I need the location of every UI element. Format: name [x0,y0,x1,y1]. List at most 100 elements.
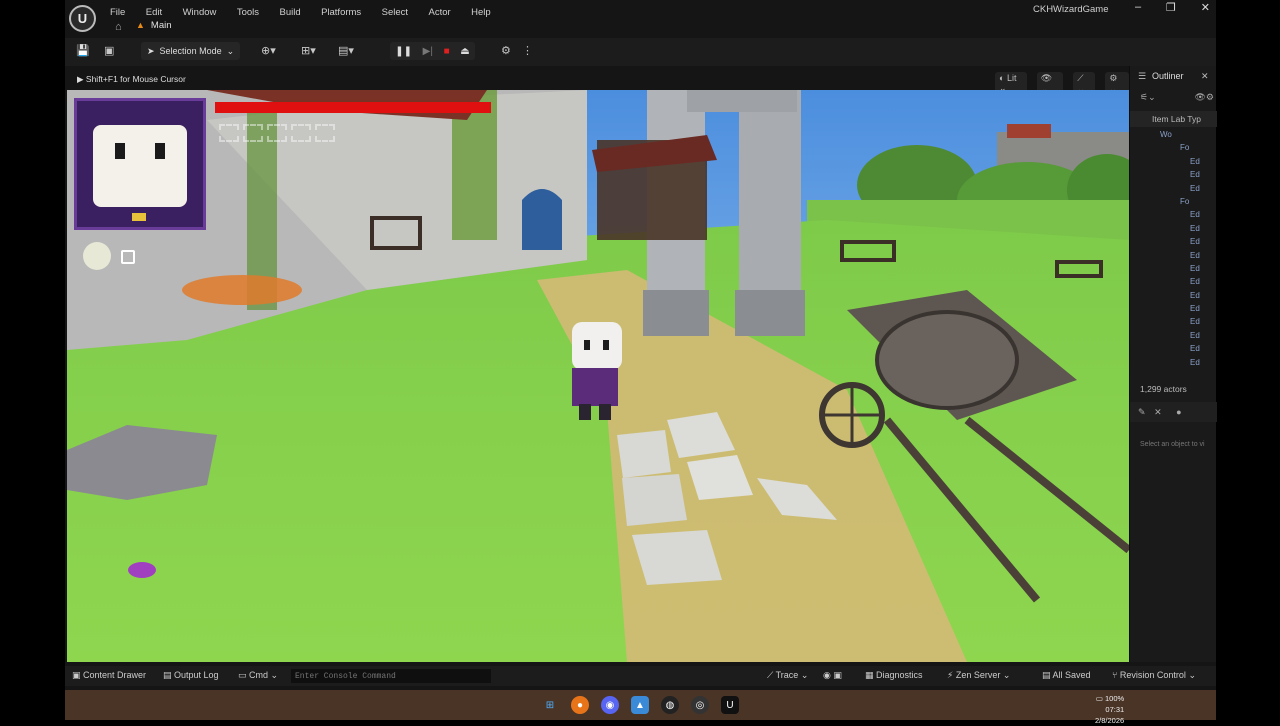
list-item-label: Ed [1190,237,1200,247]
list-item[interactable]: Ed [1130,344,1217,357]
output-log-button[interactable]: ▤ Output Log [163,670,219,681]
github-icon[interactable]: ◍ [661,696,679,714]
outliner-icon: ☰ [1138,71,1147,81]
level-icon: ▲ [136,20,145,30]
cursor-icon: ➤ [147,45,155,56]
list-item[interactable]: Ed [1130,224,1217,237]
list-item[interactable]: Ed [1130,331,1217,344]
zen-server-dropdown[interactable]: ⚡ Zen Server ⌄ [947,670,1010,681]
list-item[interactable]: Ed [1130,170,1217,183]
close-icon[interactable]: ✕ [1154,407,1162,417]
pause-icon[interactable]: ❚❚ [395,46,412,57]
obs-icon[interactable]: ◎ [691,696,709,714]
project-name: CKHWizardGame [1033,4,1109,15]
list-item-label: Ed [1190,330,1200,340]
selection-mode-dropdown[interactable]: ➤ Selection Mode ⌄ [141,42,241,60]
window-controls: – ❐ ✕ [1135,1,1210,14]
trace-record-icon[interactable]: ◉ ▣ [823,670,842,681]
list-item[interactable]: Ed [1130,264,1217,277]
revision-control-dropdown[interactable]: ⑂ Revision Control ⌄ [1112,670,1196,681]
list-item-label: Fo [1180,143,1190,153]
save-icon[interactable]: 💾 [76,44,90,57]
all-saved-button[interactable]: ▤ All Saved [1042,670,1091,681]
filter-icon[interactable]: ⚟⌄ [1140,92,1156,103]
view-mode-label: Lit [1006,73,1017,83]
ability-slot [291,124,311,142]
stop-icon[interactable]: ■ [444,46,450,57]
mouse-cursor-hint-text: Shift+F1 for Mouse Cursor [85,74,186,84]
portrait-eye [155,143,165,159]
unreal-logo-icon[interactable]: U [69,5,96,32]
restore-icon[interactable]: ❐ [1166,1,1176,14]
list-item[interactable]: Fo [1130,143,1217,156]
menu-tools[interactable]: Tools [237,7,259,18]
list-item[interactable]: Ed [1130,317,1217,330]
firefox-icon[interactable]: ● [571,696,589,714]
unreal-taskbar-icon[interactable]: U [721,696,739,714]
content-browser-icon[interactable]: ▣ [104,44,114,57]
ability-slot [243,124,263,142]
cinematics-icon[interactable]: ▤▾ [338,44,354,57]
list-item[interactable]: Fo [1130,197,1217,210]
menu-platforms[interactable]: Platforms [321,7,361,18]
trace-dropdown[interactable]: ⟋ Trace ⌄ [767,670,808,681]
list-item[interactable]: Ed [1130,157,1217,170]
console-input[interactable] [291,669,491,683]
list-item[interactable]: Ed [1130,251,1217,264]
sphere-icon[interactable]: ● [1176,407,1181,417]
blueprint-icon[interactable]: ⊞▾ [301,44,316,57]
list-item[interactable]: Ed [1130,304,1217,317]
selection-mode-label: Selection Mode [159,46,222,56]
outliner-toolbar: ⚟⌄ 👁⚙ [1140,92,1214,103]
outliner-column-header: Item Lab Typ [1130,111,1217,127]
game-viewport[interactable] [67,90,1129,662]
visibility-toggle-icon[interactable]: 👁⚙ [1195,92,1215,103]
list-item[interactable]: Ed [1130,237,1217,250]
mouse-cursor-hint: ▶ Shift+F1 for Mouse Cursor [77,74,186,84]
menu-bar: U File Edit Window Tools Build Platforms… [65,0,1216,38]
edit-icon[interactable]: ✎ [1138,407,1146,417]
list-item-label: Ed [1190,170,1200,180]
diagnostics-button[interactable]: ▦ Diagnostics [865,670,923,681]
windows-start-icon[interactable]: ⊞ [541,696,559,714]
blue-door [522,189,562,250]
game-scene [67,90,1129,662]
eject-icon[interactable]: ⏏ [460,46,469,57]
list-item[interactable]: Wo [1130,130,1217,143]
windows-taskbar: ⊞ ● ◉ ▲ ◍ ◎ U ▭ 100% 07:31 2/8/2026 [65,690,1216,725]
health-bar [215,102,491,113]
menu-window[interactable]: Window [183,7,217,18]
portrait-eye [115,143,125,159]
minimize-icon[interactable]: – [1135,1,1141,14]
tab-main[interactable]: ▲ Main [136,20,172,34]
photos-icon[interactable]: ▲ [631,696,649,714]
list-item-label: Ed [1190,277,1200,287]
list-item[interactable]: Ed [1130,358,1217,371]
list-item[interactable]: Ed [1130,277,1217,290]
menu-edit[interactable]: Edit [146,7,162,18]
menu-help[interactable]: Help [471,7,491,18]
list-item[interactable]: Ed [1130,184,1217,197]
list-item[interactable]: Ed [1130,210,1217,223]
add-actor-icon[interactable]: ⊕▾ [261,44,276,57]
more-options-icon[interactable]: ⋮ [522,44,533,57]
list-item-label: Fo [1180,196,1190,206]
list-item-label: Ed [1190,304,1200,314]
close-icon[interactable]: ✕ [1201,71,1209,82]
list-item[interactable]: Ed [1130,291,1217,304]
platforms-icon[interactable]: ⚙ [501,44,511,57]
cmd-dropdown[interactable]: ▭ Cmd ⌄ [238,670,278,681]
ability-slots [219,124,335,142]
menu-actor[interactable]: Actor [429,7,451,18]
menu-build[interactable]: Build [279,7,300,18]
list-item-label: Ed [1190,263,1200,273]
menu-file[interactable]: File [110,7,125,18]
discord-icon[interactable]: ◉ [601,696,619,714]
step-icon[interactable]: ▶| [423,46,433,57]
status-bar: ▣ Content Drawer ▤ Output Log ▭ Cmd ⌄ ⟋ … [65,666,1216,686]
content-drawer-button[interactable]: ▣ Content Drawer [72,670,146,681]
home-icon[interactable]: ⌂ [115,21,122,33]
zen-server-label: Zen Server [955,670,1001,680]
close-icon[interactable]: ✕ [1201,1,1210,14]
menu-select[interactable]: Select [382,7,408,18]
